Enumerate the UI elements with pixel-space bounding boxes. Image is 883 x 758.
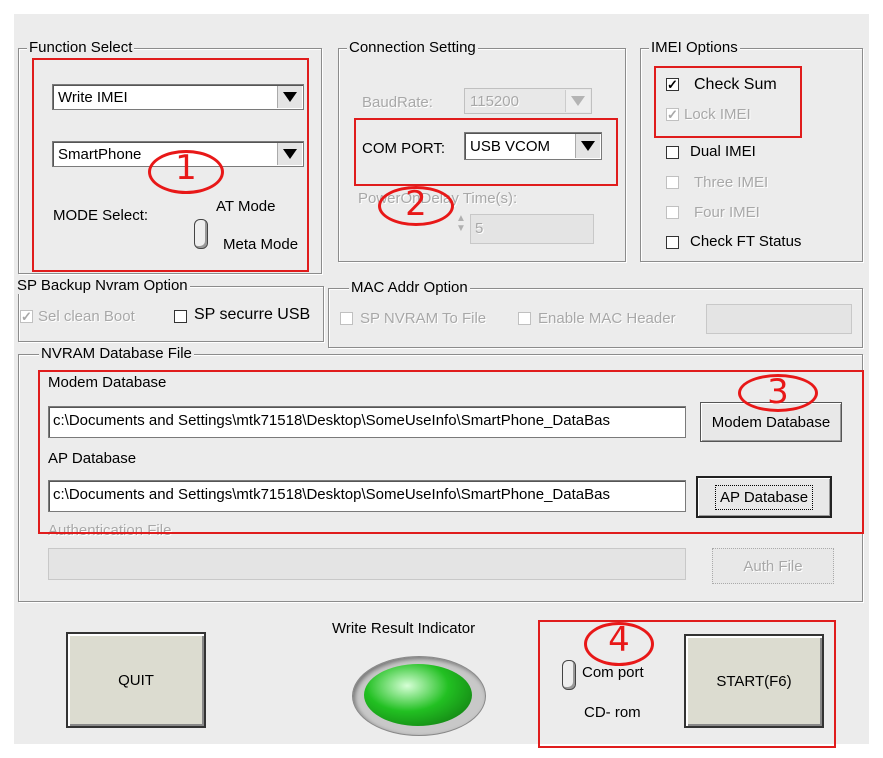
quit-button[interactable]: QUIT [66, 632, 206, 728]
dual-imei-label: Dual IMEI [690, 143, 756, 160]
cd-rom-option-label[interactable]: CD- rom [584, 704, 641, 721]
baudrate-label: BaudRate: [362, 94, 433, 111]
lock-imei-label: Lock IMEI [684, 106, 751, 123]
enable-mac-checkbox [518, 312, 531, 325]
start-button[interactable]: START(F6) [684, 634, 824, 728]
baudrate-value: 115200 [470, 93, 519, 110]
marker-4: 4 [584, 622, 654, 666]
imei-options-title: IMEI Options [649, 39, 740, 56]
three-imei-checkbox [666, 176, 679, 189]
marker-2: 2 [378, 186, 454, 226]
chevron-down-icon [565, 90, 590, 112]
com-port-option-label[interactable]: Com port [582, 664, 644, 681]
write-result-label: Write Result Indicator [332, 620, 476, 637]
check-ft-label: Check FT Status [690, 233, 802, 250]
marker-1: 1 [148, 150, 224, 194]
check-ft-checkbox[interactable] [666, 236, 679, 249]
imei-writer-window: Function Select Write IMEI SmartPhone MO… [14, 14, 869, 748]
com-port-toggle-switch[interactable] [562, 660, 576, 690]
nvram-database-title: NVRAM Database File [39, 345, 194, 362]
sel-clean-boot-label: Sel clean Boot [38, 308, 135, 325]
sp-secure-usb-label: SP securre USB [194, 306, 311, 323]
three-imei-label: Three IMEI [694, 174, 769, 191]
power-delay-value: 5 [475, 220, 484, 237]
sp-backup-title: SP Backup Nvram Option [15, 277, 190, 294]
enable-mac-label: Enable MAC Header [538, 310, 676, 327]
auth-file-button-label: Auth File [743, 557, 803, 575]
mac-addr-title: MAC Addr Option [349, 279, 470, 296]
sp-secure-usb-checkbox[interactable] [174, 310, 187, 323]
function-select-title: Function Select [27, 39, 135, 56]
auth-file-button: Auth File [712, 548, 834, 584]
mac-header-field [706, 304, 852, 334]
quit-button-label: QUIT [118, 671, 154, 689]
baudrate-combo: 115200 [464, 88, 592, 114]
write-result-indicator-light [364, 664, 472, 726]
lock-imei-checkbox: ✓ [666, 107, 679, 122]
dual-imei-checkbox[interactable] [666, 146, 679, 159]
connection-setting-title: Connection Setting [347, 39, 478, 56]
sel-clean-boot-checkbox: ✓ [20, 309, 33, 324]
auth-file-path [48, 548, 686, 580]
spin-arrows-icon: ▲ ▼ [456, 213, 466, 234]
check-sum-checkbox[interactable]: ✓ [666, 78, 679, 91]
four-imei-label: Four IMEI [694, 204, 760, 221]
four-imei-checkbox [666, 206, 679, 219]
sp-nvram-label: SP NVRAM To File [360, 310, 487, 327]
check-sum-label: Check Sum [694, 76, 777, 93]
start-button-label: START(F6) [716, 672, 792, 690]
highlight-box-2 [354, 118, 618, 186]
power-delay-field: 5 [470, 214, 594, 244]
sp-nvram-checkbox [340, 312, 353, 325]
marker-3: 3 [738, 374, 818, 412]
